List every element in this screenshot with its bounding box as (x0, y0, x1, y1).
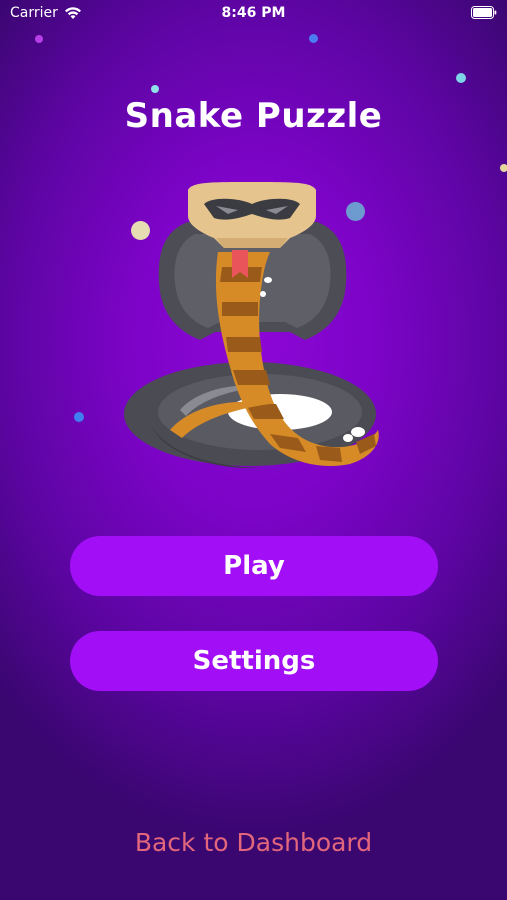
settings-button[interactable]: Settings (70, 631, 438, 691)
confetti-dot (35, 35, 43, 43)
status-time: 8:46 PM (221, 5, 286, 21)
play-button[interactable]: Play (70, 536, 438, 596)
confetti-dot (500, 164, 507, 172)
confetti-dot (74, 412, 84, 422)
confetti-dot (151, 85, 159, 93)
back-to-dashboard-link[interactable]: Back to Dashboard (0, 828, 507, 857)
status-bar: Carrier 8:46 PM (0, 0, 507, 28)
confetti-dot (456, 73, 466, 83)
page-title: Snake Puzzle (124, 96, 383, 136)
battery-icon (471, 6, 497, 19)
confetti-dot (309, 34, 318, 43)
cobra-illustration (124, 182, 379, 469)
